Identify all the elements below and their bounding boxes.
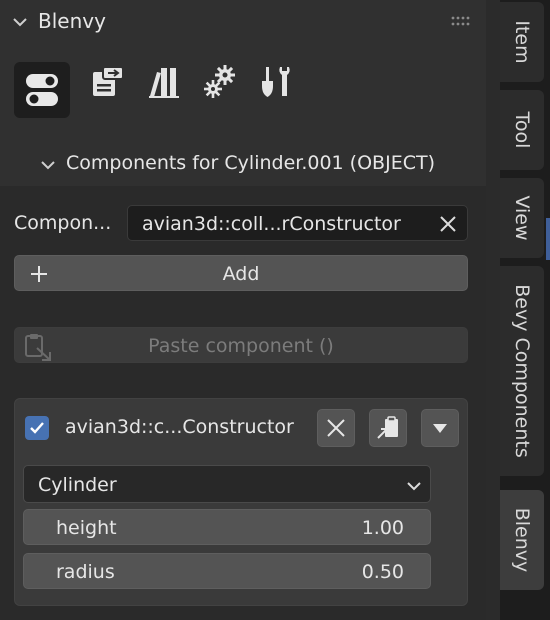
settings-gears-icon	[204, 65, 235, 98]
shape-variant-dropdown[interactable]: Cylinder	[23, 465, 431, 503]
height-value: 1.00	[361, 517, 404, 539]
component-search-field[interactable]: avian3d::coll...rConstructor	[127, 205, 468, 241]
clear-icon[interactable]	[439, 215, 457, 237]
triangle-down-icon	[433, 424, 447, 433]
component-label: Compon...	[14, 212, 112, 234]
panel-title: Blenvy	[38, 9, 106, 33]
sidebar-tab-tool[interactable]: Tool	[500, 90, 544, 170]
scrollbar-indicator[interactable]	[546, 218, 550, 260]
library-icon	[149, 68, 179, 98]
tab-library[interactable]	[146, 64, 182, 100]
height-label: height	[56, 517, 117, 539]
tab-settings[interactable]	[202, 64, 238, 100]
paste-button-label: Paste component ()	[148, 335, 334, 357]
radius-label: radius	[56, 561, 115, 583]
chevron-down-icon	[406, 478, 422, 494]
add-component-button[interactable]: Add	[14, 255, 468, 291]
close-icon	[327, 419, 345, 437]
drag-grip-icon[interactable]	[450, 13, 472, 32]
component-menu-button[interactable]	[421, 409, 459, 447]
tools-icon	[262, 67, 290, 97]
shape-variant-value: Cylinder	[38, 474, 117, 496]
sidebar-tab-item[interactable]: Item	[500, 2, 544, 82]
panel-edge	[486, 0, 500, 620]
radius-value: 0.50	[361, 561, 404, 583]
component-search-value: avian3d::coll...rConstructor	[142, 213, 401, 235]
components-section-header[interactable]: Components for Cylinder.001 (OBJECT)	[0, 142, 486, 186]
panel-tab-row	[0, 62, 486, 122]
sidebar-tabs: Item Tool View Bevy Components Blenvy	[500, 0, 550, 620]
component-name: avian3d::c...Constructor	[65, 416, 294, 438]
checkmark-icon	[30, 422, 44, 434]
tab-export[interactable]	[90, 64, 126, 100]
add-button-label: Add	[222, 263, 260, 285]
toggle-icon	[26, 74, 58, 106]
chevron-down-icon[interactable]	[40, 157, 56, 173]
radius-field[interactable]: radius 0.50	[23, 553, 431, 589]
remove-component-button[interactable]	[317, 409, 355, 447]
components-section-title: Components for Cylinder.001 (OBJECT)	[66, 152, 435, 174]
sidebar-tab-label: View	[511, 195, 533, 241]
sidebar-tab-label: Tool	[511, 111, 533, 149]
copy-clipboard-icon	[377, 416, 398, 439]
panel-header[interactable]: Blenvy	[0, 0, 486, 42]
component-card: avian3d::c...Constructor Cylinder height…	[14, 398, 468, 606]
sidebar-tab-view[interactable]: View	[500, 178, 544, 258]
chevron-down-icon[interactable]	[12, 14, 28, 30]
tab-tools[interactable]	[258, 64, 294, 100]
sidebar-tab-bevy-components[interactable]: Bevy Components	[500, 266, 544, 476]
component-select-row: Compon... avian3d::coll...rConstructor	[14, 205, 468, 241]
tab-components[interactable]	[14, 62, 70, 118]
copy-component-button[interactable]	[369, 409, 407, 447]
sidebar-tab-label: Bevy Components	[511, 284, 533, 458]
export-icon	[93, 66, 124, 96]
sidebar-tab-blenvy[interactable]: Blenvy	[500, 490, 544, 590]
sidebar-tab-label: Blenvy	[511, 507, 533, 573]
sidebar-tab-label: Item	[511, 20, 533, 64]
paste-component-button[interactable]: Paste component ()	[14, 327, 468, 363]
height-field[interactable]: height 1.00	[23, 509, 431, 545]
component-enabled-checkbox[interactable]	[25, 416, 49, 440]
